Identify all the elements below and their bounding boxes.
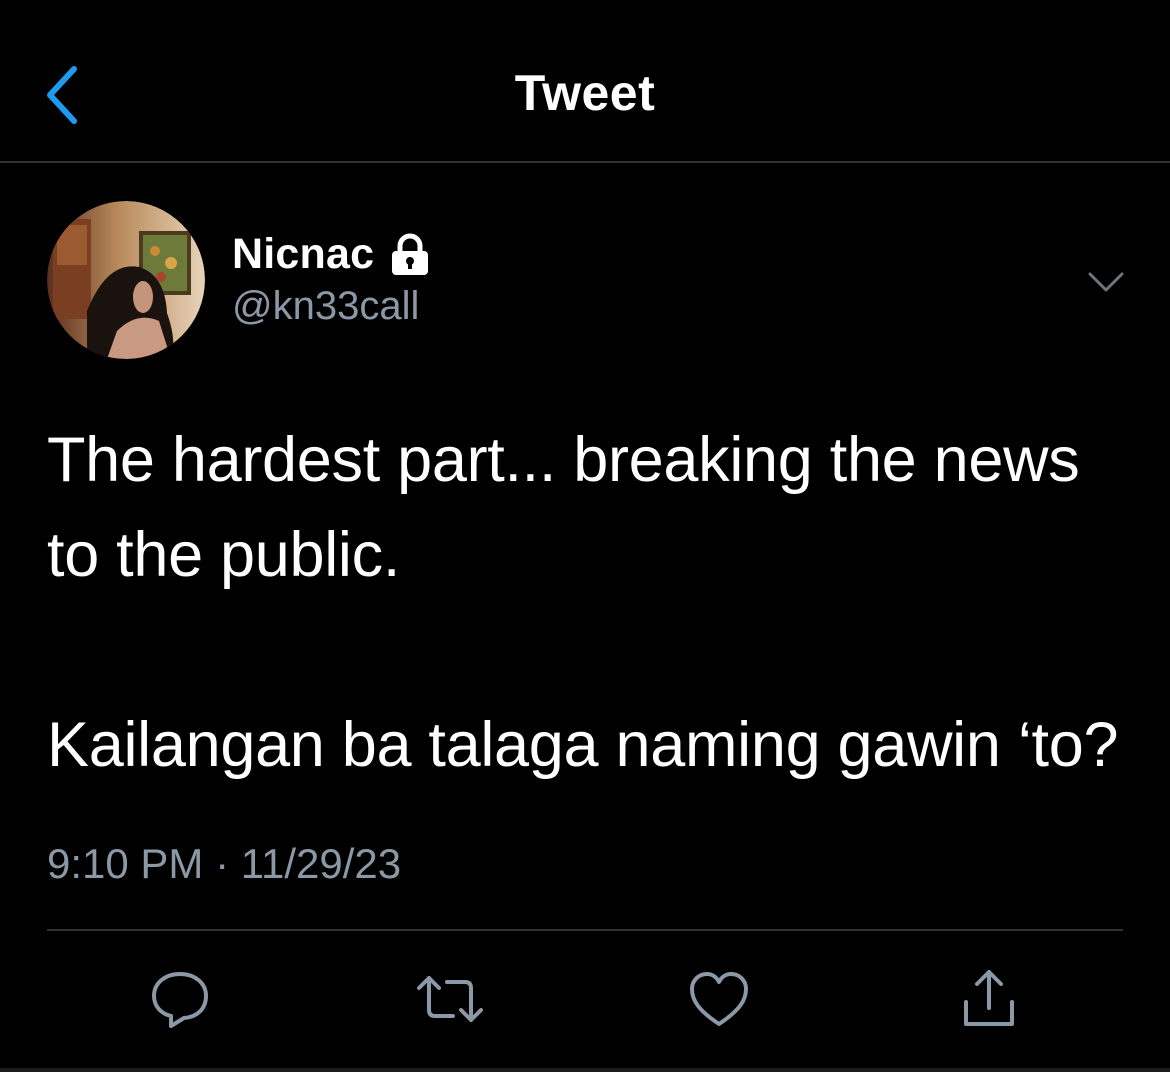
display-name[interactable]: Nicnac [232,230,374,279]
timestamp-separator: · [215,840,230,887]
reply-icon [152,972,208,1028]
tweet-text: The hardest part... breaking the news to… [47,413,1137,793]
navigation-bar: Tweet [0,0,1170,163]
chevron-down-icon [1088,272,1124,292]
bottom-divider [0,1068,1170,1072]
more-options-button[interactable] [1084,262,1128,302]
tweet-detail-screen: Tweet Nicnac @kn33call The hardest part.… [0,0,1170,1072]
like-button[interactable] [684,964,754,1034]
tweet-time: 9:10 PM [47,840,204,887]
tweet-line-1: The hardest part... breaking the news to… [47,425,1080,590]
share-icon [964,970,1014,1026]
avatar[interactable] [47,201,205,359]
tweet-date: 11/29/23 [240,840,402,887]
share-button[interactable] [954,964,1024,1034]
avatar-photo [47,201,205,359]
retweet-icon [417,976,483,1022]
user-handle[interactable]: @kn33call [232,284,419,329]
tweet-line-2: Kailangan ba talaga naming gawin ‘to? [47,710,1119,780]
divider [47,929,1123,931]
retweet-button[interactable] [415,964,485,1034]
reply-button[interactable] [145,964,215,1034]
lock-icon [388,232,432,276]
page-title: Tweet [514,65,656,121]
tweet-timestamp: 9:10 PM · 11/29/23 [47,840,401,888]
heart-icon [690,972,748,1026]
author-name-row: Nicnac [232,226,432,282]
